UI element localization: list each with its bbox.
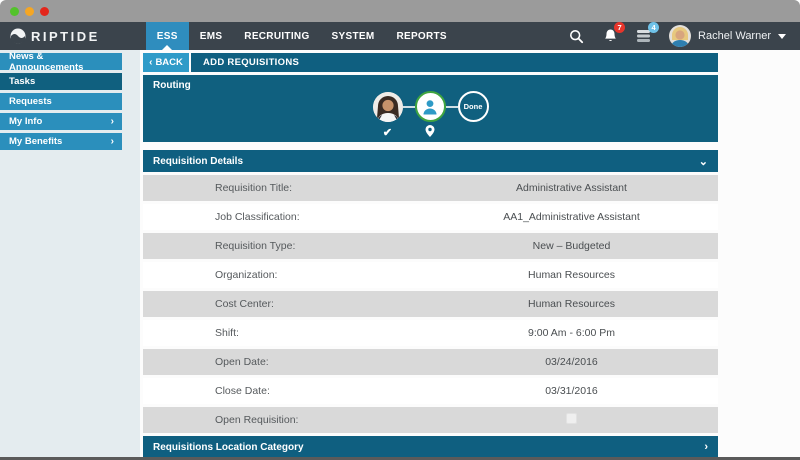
field-row-shift: Shift: 9:00 Am - 6:00 Pm <box>143 320 718 346</box>
field-row-job-classification: Job Classification: AA1_Administrative A… <box>143 204 718 230</box>
content-topbar: ‹ BACK ADD REQUISITIONS <box>143 53 718 72</box>
field-value[interactable]: New – Budgeted <box>445 240 718 252</box>
nav-item-ems[interactable]: EMS <box>189 22 234 50</box>
nav-item-system[interactable]: SYSTEM <box>321 22 386 50</box>
user-menu[interactable]: Rachel Warner <box>669 25 786 47</box>
chevron-right-icon: › <box>704 441 708 453</box>
sidebar-item-my-benefits[interactable]: My Benefits › <box>0 133 122 150</box>
section-title: Requisition Details <box>153 156 243 167</box>
field-row-cost-center: Cost Center: Human Resources <box>143 291 718 317</box>
chevron-down-icon: ⌄ <box>699 155 708 168</box>
sidebar-item-tasks[interactable]: Tasks <box>0 73 122 90</box>
notifications-bell-icon[interactable]: 7 <box>601 27 619 45</box>
requisition-details-header[interactable]: Requisition Details ⌄ <box>143 150 718 172</box>
field-label: Job Classification: <box>215 211 445 223</box>
window-close-button[interactable] <box>40 7 49 16</box>
tasks-stack-icon[interactable]: 4 <box>635 27 653 45</box>
routing-title: Routing <box>153 80 191 91</box>
field-value[interactable]: 03/24/2016 <box>445 356 718 368</box>
sidebar-item-requests[interactable]: Requests <box>0 93 122 110</box>
field-label: Open Date: <box>215 356 445 368</box>
main-content: ‹ BACK ADD REQUISITIONS Routing ✔ <box>143 50 718 457</box>
field-row-open-date: Open Date: 03/24/2016 <box>143 349 718 375</box>
sidebar-item-news-announcements[interactable]: News & Announcements <box>0 53 122 70</box>
page-body: News & Announcements Tasks Requests My I… <box>0 50 800 457</box>
nav-item-ess[interactable]: ESS <box>146 22 189 50</box>
sidebar-item-label: Tasks <box>9 76 35 87</box>
done-step-circle: Done <box>458 91 489 122</box>
field-label: Requisition Type: <box>215 240 445 252</box>
routing-steps: ✔ Done <box>143 91 718 122</box>
field-value[interactable]: 03/31/2016 <box>445 385 718 397</box>
back-button[interactable]: ‹ BACK <box>143 53 189 72</box>
person-silhouette-icon <box>415 91 446 122</box>
chevron-left-icon: ‹ <box>149 57 152 68</box>
open-requisition-checkbox[interactable] <box>566 413 577 424</box>
sidebar-item-label: Requests <box>9 96 52 107</box>
navbar-right: 7 4 Rachel Warner <box>567 22 800 50</box>
routing-step-current[interactable] <box>415 91 446 122</box>
step-connector <box>403 106 415 108</box>
chevron-right-icon: › <box>111 137 114 147</box>
window-titlebar <box>0 0 800 22</box>
user-name: Rachel Warner <box>698 30 771 42</box>
sidebar: News & Announcements Tasks Requests My I… <box>0 50 140 457</box>
approver-photo-avatar <box>373 92 403 122</box>
field-label: Cost Center: <box>215 298 445 310</box>
field-row-open-requisition: Open Requisition: <box>143 407 718 433</box>
window-minimize-button[interactable] <box>25 7 34 16</box>
field-row-requisition-title: Requisition Title: Administrative Assist… <box>143 175 718 201</box>
field-value[interactable]: Human Resources <box>445 298 718 310</box>
details-rows: Requisition Title: Administrative Assist… <box>143 175 718 433</box>
field-label: Shift: <box>215 327 445 339</box>
field-label: Requisition Title: <box>215 182 445 194</box>
field-row-organization: Organization: Human Resources <box>143 262 718 288</box>
top-navbar: RIPTIDE ESS EMS RECRUITING SYSTEM REPORT… <box>0 22 800 50</box>
window-zoom-button[interactable] <box>10 7 19 16</box>
field-row-close-date: Close Date: 03/31/2016 <box>143 378 718 404</box>
sidebar-item-label: My Benefits <box>9 136 62 147</box>
riptide-wave-icon <box>10 28 26 44</box>
user-avatar <box>669 25 691 47</box>
main-nav: ESS EMS RECRUITING SYSTEM REPORTS <box>146 22 458 50</box>
nav-item-reports[interactable]: REPORTS <box>385 22 457 50</box>
brand-name: RIPTIDE <box>31 29 100 44</box>
routing-step-done[interactable]: Done <box>458 91 489 122</box>
routing-panel: Routing ✔ <box>143 75 718 142</box>
field-label: Close Date: <box>215 385 445 397</box>
search-icon[interactable] <box>567 27 585 45</box>
field-value[interactable]: 9:00 Am - 6:00 Pm <box>445 327 718 339</box>
check-icon: ✔ <box>383 126 392 139</box>
routing-step-completed[interactable]: ✔ <box>373 92 403 122</box>
field-value[interactable]: Human Resources <box>445 269 718 281</box>
chevron-right-icon: › <box>111 117 114 127</box>
field-value <box>445 413 718 427</box>
field-label: Organization: <box>215 269 445 281</box>
field-value[interactable]: Administrative Assistant <box>445 182 718 194</box>
sidebar-item-label: My Info <box>9 116 42 127</box>
app-window: RIPTIDE ESS EMS RECRUITING SYSTEM REPORT… <box>0 0 800 460</box>
tasks-badge: 4 <box>648 22 659 33</box>
field-value[interactable]: AA1_Administrative Assistant <box>445 211 718 223</box>
back-label: BACK <box>155 57 182 68</box>
requisitions-location-category-header[interactable]: Requisitions Location Category › <box>143 436 718 458</box>
location-pin-icon <box>426 125 435 137</box>
brand-logo[interactable]: RIPTIDE <box>0 22 100 50</box>
sidebar-item-my-info[interactable]: My Info › <box>0 113 122 130</box>
chevron-down-icon <box>778 34 786 39</box>
nav-item-recruiting[interactable]: RECRUITING <box>233 22 320 50</box>
section-title: Requisitions Location Category <box>153 442 304 453</box>
field-label: Open Requisition: <box>215 414 445 426</box>
step-connector <box>446 106 458 108</box>
field-row-requisition-type: Requisition Type: New – Budgeted <box>143 233 718 259</box>
notifications-badge: 7 <box>614 22 625 33</box>
sidebar-item-label: News & Announcements <box>9 51 114 73</box>
page-title: ADD REQUISITIONS <box>191 53 718 72</box>
